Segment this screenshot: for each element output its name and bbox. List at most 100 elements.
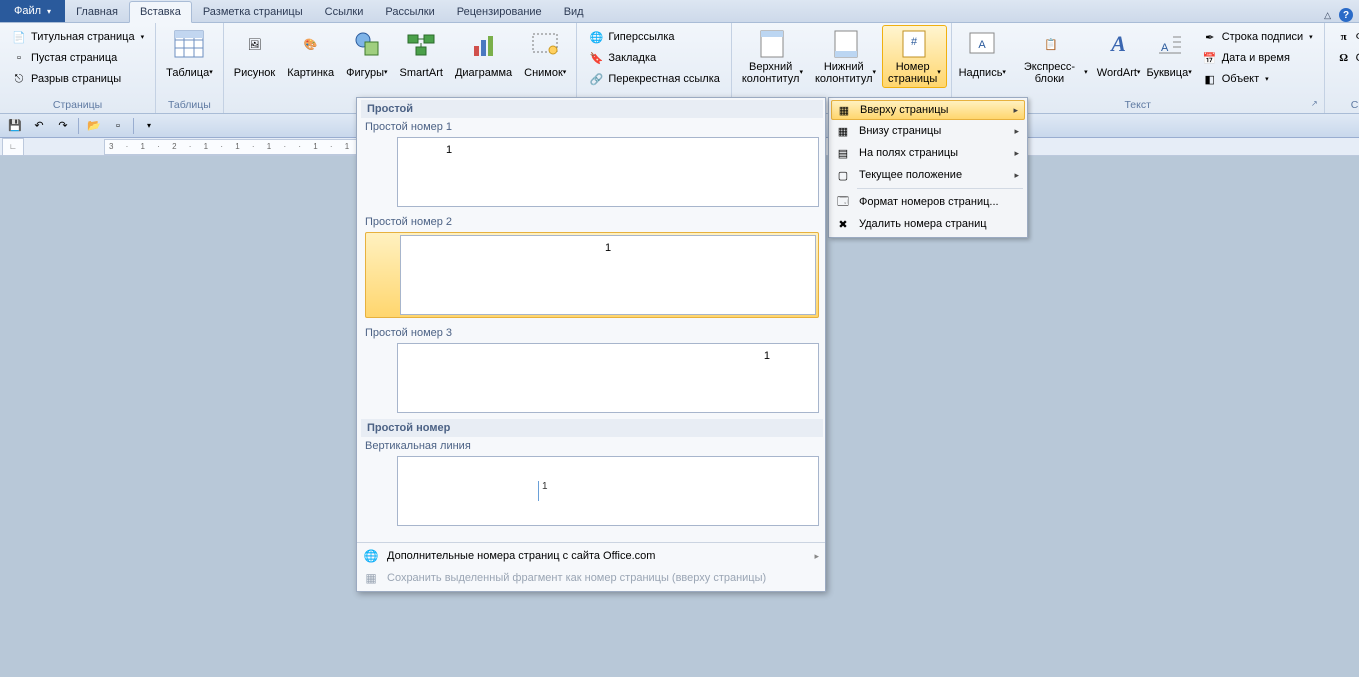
object-label: Объект xyxy=(1222,73,1259,85)
help-icon[interactable]: ? xyxy=(1339,8,1353,22)
bookmark-icon: 🔖 xyxy=(588,50,604,66)
gallery-footer: 🌐Дополнительные номера страниц с сайта O… xyxy=(357,542,825,591)
gallery-item-simple-2[interactable]: 1 xyxy=(365,232,819,318)
wordart-icon: A xyxy=(1103,28,1135,60)
table-icon xyxy=(173,28,205,60)
page-number-gallery: Простой Простой номер 1 1 Простой номер … xyxy=(356,97,826,592)
undo-button[interactable]: ↶ xyxy=(28,116,50,136)
save-button[interactable]: 💾 xyxy=(4,116,26,136)
screenshot-label: Снимок xyxy=(524,61,566,85)
blank-page-label: Пустая страница xyxy=(31,52,117,64)
save-icon: 💾 xyxy=(8,119,22,132)
chart-icon xyxy=(468,28,500,60)
tab-review[interactable]: Рецензирование xyxy=(446,0,553,22)
menu-top-of-page[interactable]: ▦ Вверху страницы xyxy=(831,100,1025,120)
gallery-item-label: Простой номер 1 xyxy=(361,118,823,135)
quickparts-icon: 📋 xyxy=(1035,28,1067,60)
clipart-button[interactable]: 🎨Картинка xyxy=(281,25,340,88)
gallery-category: Простой xyxy=(361,100,823,118)
bookmark-button[interactable]: 🔖Закладка xyxy=(583,48,725,68)
gallery-item-label: Вертикальная линия xyxy=(361,437,823,454)
menu-current-position[interactable]: ▢Текущее положение xyxy=(831,164,1025,186)
open-icon: 📂 xyxy=(87,119,101,132)
page-break-button[interactable]: ⎋Разрыв страницы xyxy=(6,69,149,89)
svg-text:#: # xyxy=(911,36,918,48)
open-button[interactable]: 📂 xyxy=(83,116,105,136)
shapes-button[interactable]: Фигуры xyxy=(340,25,393,88)
gallery-scroll[interactable]: Простой Простой номер 1 1 Простой номер … xyxy=(357,98,825,542)
group-tables: Таблица Таблицы xyxy=(156,23,224,113)
chart-button[interactable]: Диаграмма xyxy=(449,25,518,88)
shapes-label: Фигуры xyxy=(346,61,387,85)
symbol-label: Символ xyxy=(1356,52,1359,64)
quickparts-label: Экспресс-блоки xyxy=(1015,61,1088,85)
hyperlink-button[interactable]: 🌐Гиперссылка xyxy=(583,27,725,47)
picture-icon: 🖼 xyxy=(239,28,271,60)
crossref-label: Перекрестная ссылка xyxy=(608,73,720,85)
undo-icon: ↶ xyxy=(34,119,43,132)
symbol-icon: Ω xyxy=(1336,50,1352,66)
sigline-label: Строка подписи xyxy=(1222,31,1303,43)
new-icon: ▫ xyxy=(116,120,120,132)
smartart-button[interactable]: SmartArt xyxy=(394,25,449,88)
menu-page-margins[interactable]: ▤На полях страницы xyxy=(831,142,1025,164)
qat-customize-button[interactable]: ▾ xyxy=(138,116,160,136)
gallery-item-vline[interactable]: 1 xyxy=(397,456,819,526)
save-selection-icon: ▦ xyxy=(361,571,381,585)
dropcap-label: Буквица xyxy=(1147,61,1192,85)
datetime-icon: 📅 xyxy=(1202,50,1218,66)
minimize-ribbon-icon[interactable]: △ xyxy=(1324,10,1331,21)
equation-button[interactable]: πФормула xyxy=(1331,27,1359,47)
page-number-icon: # xyxy=(898,28,930,60)
textbox-button[interactable]: AНадпись xyxy=(956,25,1009,88)
page-number-button[interactable]: #Номер страницы xyxy=(882,25,947,88)
quickparts-button[interactable]: 📋Экспресс-блоки xyxy=(1009,25,1094,88)
header-button[interactable]: Верхний колонтитул xyxy=(736,25,809,88)
tab-view[interactable]: Вид xyxy=(553,0,595,22)
wordart-label: WordArt xyxy=(1097,61,1141,85)
wordart-button[interactable]: AWordArt xyxy=(1094,25,1144,88)
table-button[interactable]: Таблица xyxy=(160,25,219,88)
shapes-icon xyxy=(351,28,383,60)
gallery-save-selection: ▦ Сохранить выделенный фрагмент как номер… xyxy=(357,567,825,589)
menu-bottom-of-page[interactable]: ▦Внизу страницы xyxy=(831,120,1025,142)
remove-icon: ✖ xyxy=(833,215,853,233)
gallery-item-simple-1[interactable]: 1 xyxy=(397,137,819,207)
sigline-button[interactable]: ✒Строка подписи xyxy=(1197,27,1318,47)
group-pages: 📄Титульная страница ▫Пустая страница ⎋Ра… xyxy=(0,23,156,113)
tab-file[interactable]: Файл xyxy=(0,0,65,22)
crossref-button[interactable]: 🔗 Перекрестная ссылка xyxy=(583,69,725,89)
tab-insert[interactable]: Вставка xyxy=(129,1,192,23)
cover-page-button[interactable]: 📄Титульная страница xyxy=(6,27,149,47)
menu-remove-pagenums[interactable]: ✖Удалить номера страниц xyxy=(831,213,1025,235)
tab-pagelayout[interactable]: Разметка страницы xyxy=(192,0,314,22)
svg-text:A: A xyxy=(979,39,987,51)
new-button[interactable]: ▫ xyxy=(107,116,129,136)
picture-label: Рисунок xyxy=(234,61,276,85)
tab-mailings[interactable]: Рассылки xyxy=(374,0,445,22)
picture-button[interactable]: 🖼Рисунок xyxy=(228,25,282,88)
gallery-save-label: Сохранить выделенный фрагмент как номер … xyxy=(387,572,766,584)
menu-top-label: Вверху страницы xyxy=(860,104,1007,116)
gallery-item-label: Простой номер 2 xyxy=(361,213,823,230)
svg-text:A: A xyxy=(1161,42,1169,54)
symbol-button[interactable]: Ω Символ xyxy=(1331,48,1359,68)
blank-page-button[interactable]: ▫Пустая страница xyxy=(6,48,149,68)
equation-label: Формула xyxy=(1356,31,1359,43)
screenshot-button[interactable]: Снимок xyxy=(518,25,572,88)
tab-home[interactable]: Главная xyxy=(65,0,129,22)
datetime-button[interactable]: 📅Дата и время xyxy=(1197,48,1318,68)
textbox-icon: A xyxy=(966,28,998,60)
page-top-icon: ▦ xyxy=(834,101,854,119)
menu-current-label: Текущее положение xyxy=(859,169,1008,181)
gallery-item-simple-3[interactable]: 1 xyxy=(397,343,819,413)
tab-references[interactable]: Ссылки xyxy=(314,0,375,22)
menu-format-pagenums[interactable]: 🗔Формат номеров страниц... xyxy=(831,191,1025,213)
dropcap-button[interactable]: A Буквица xyxy=(1144,25,1195,88)
redo-button[interactable]: ↷ xyxy=(52,116,74,136)
object-button[interactable]: ◧Объект xyxy=(1197,69,1318,89)
footer-button[interactable]: Нижний колонтитул xyxy=(809,25,882,88)
gallery-more-online[interactable]: 🌐Дополнительные номера страниц с сайта O… xyxy=(357,545,825,567)
ruler-tab-selector[interactable]: ∟ xyxy=(2,138,24,156)
crossref-icon: 🔗 xyxy=(588,71,604,87)
